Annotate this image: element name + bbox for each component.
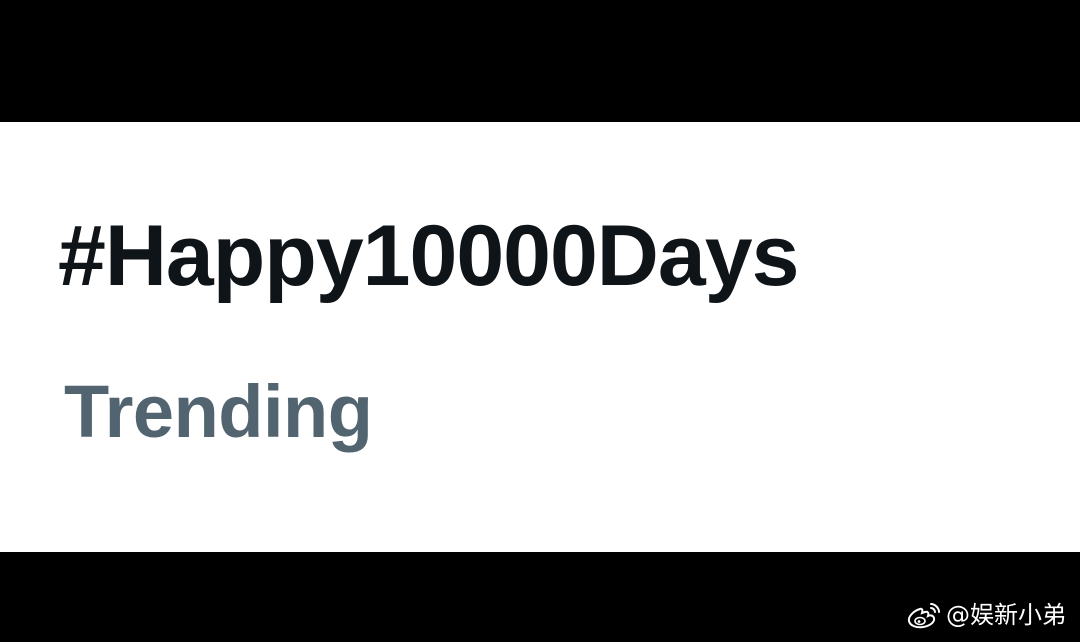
screenshot-frame: #Happy10000Days Trending @娱新小弟: [0, 0, 1080, 642]
trend-hashtag[interactable]: #Happy10000Days: [58, 206, 799, 306]
watermark-handle: @娱新小弟: [946, 601, 1066, 629]
weibo-watermark: @娱新小弟: [906, 600, 1066, 630]
letterbox-top: [0, 0, 1080, 122]
trend-card[interactable]: #Happy10000Days Trending: [0, 122, 1080, 552]
letterbox-bottom: @娱新小弟: [0, 552, 1080, 642]
weibo-logo-icon: [906, 600, 942, 630]
trend-context-label: Trending: [64, 370, 373, 453]
